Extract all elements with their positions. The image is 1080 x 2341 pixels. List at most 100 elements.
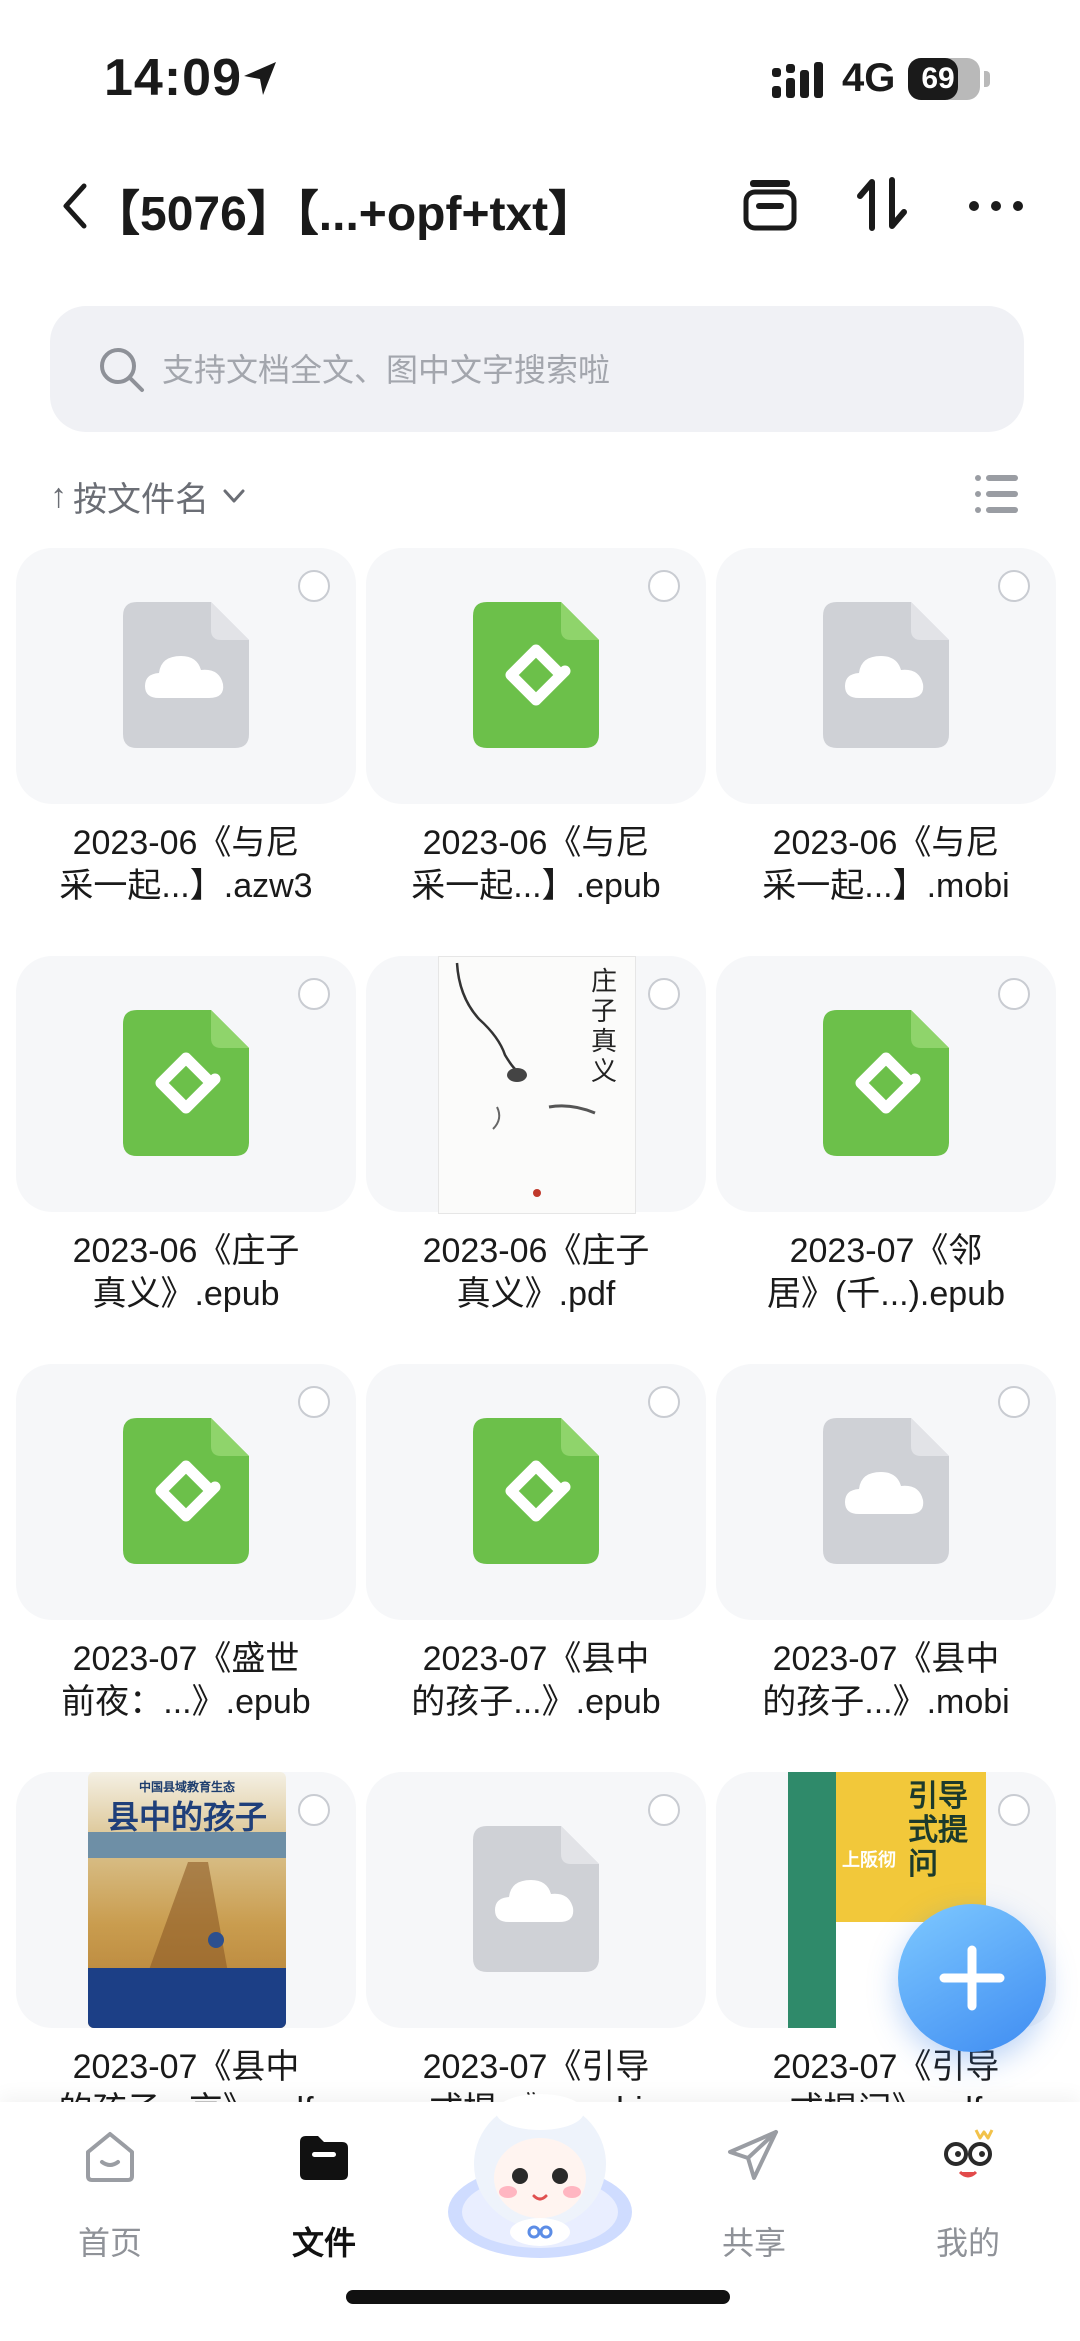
select-checkbox[interactable] — [648, 1386, 680, 1418]
file-card[interactable] — [16, 956, 356, 1212]
file-name-line2: 采一起...】.epub — [411, 867, 661, 905]
tab-share[interactable]: 共享 — [674, 2122, 834, 2272]
network-type: 4G — [842, 56, 896, 100]
file-name-line2: 采一起...】.mobi — [762, 867, 1010, 905]
select-checkbox[interactable] — [998, 570, 1030, 602]
file-name-line2: 的孩子...》.epub — [411, 1683, 661, 1721]
profile-icon — [944, 2129, 994, 2178]
cloud-file-icon — [823, 1418, 949, 1564]
file-name-line1: 2023-07《邻 — [789, 1232, 983, 1270]
cloud-file-icon — [823, 602, 949, 748]
tab-files[interactable]: 文件 — [244, 2122, 404, 2272]
file-name-line2: 前夜：...》.epub — [61, 1683, 311, 1721]
file-name-line2: 真义》.pdf — [456, 1275, 616, 1313]
file-name-line1: 2023-06《庄子 — [72, 1232, 300, 1270]
folder-icon — [300, 2136, 348, 2180]
epub-icon — [123, 1010, 249, 1156]
file-name[interactable]: 2023-06《庄子 真义》.epub — [12, 1230, 360, 1316]
select-checkbox[interactable] — [648, 1794, 680, 1826]
more-icon[interactable] — [964, 172, 1028, 236]
sort-toggle-icon[interactable] — [850, 172, 914, 236]
search-input[interactable] — [160, 336, 984, 404]
select-checkbox[interactable] — [998, 1794, 1030, 1826]
file-card[interactable] — [716, 1364, 1056, 1620]
file-name-line1: 2023-07《盛世 — [72, 1640, 300, 1678]
select-checkbox[interactable] — [298, 1794, 330, 1826]
file-card[interactable] — [366, 548, 706, 804]
plus-icon — [939, 1945, 1005, 2011]
search-bar[interactable] — [50, 306, 1024, 432]
select-checkbox[interactable] — [298, 1386, 330, 1418]
cover-title: 庄子真义 — [591, 967, 618, 1087]
bottom-tab-bar: 首页 文件 共享 我的 — [0, 2094, 1080, 2341]
status-time: 14:09 — [104, 49, 242, 107]
file-name[interactable]: 2023-06《与尼 采一起...】.epub — [362, 822, 710, 908]
location-arrow-icon — [244, 62, 276, 95]
list-view-icon[interactable] — [974, 472, 1020, 516]
file-name-line1: 2023-06《与尼 — [72, 824, 300, 862]
battery-icon: 69 — [908, 58, 990, 100]
file-name-line1: 2023-06《与尼 — [772, 824, 1000, 862]
file-name[interactable]: 2023-07《邻 居》(千...).epub — [712, 1230, 1060, 1316]
tab-label: 首页 — [77, 2225, 142, 2261]
file-name-line2: 居》(千...).epub — [766, 1275, 1006, 1313]
assistant-mascot-icon — [448, 2094, 632, 2258]
select-checkbox[interactable] — [998, 978, 1030, 1010]
tab-label: 我的 — [935, 2225, 1000, 2261]
file-name-line2: 采一起...】.azw3 — [59, 867, 313, 905]
file-card[interactable]: 庄子真义 — [366, 956, 706, 1214]
file-name[interactable]: 2023-06《与尼 采一起...】.mobi — [712, 822, 1060, 908]
file-card[interactable] — [16, 548, 356, 804]
epub-icon — [473, 1418, 599, 1564]
signal-icon — [772, 62, 823, 98]
status-bar: 14:09 4G 69 — [0, 0, 1080, 150]
file-name[interactable]: 2023-06《庄子 真义》.pdf — [362, 1230, 710, 1316]
battery-nub — [984, 71, 990, 87]
add-button[interactable] — [898, 1904, 1046, 2052]
tab-home[interactable]: 首页 — [30, 2122, 190, 2272]
select-checkbox[interactable] — [648, 978, 680, 1010]
battery-level: 69 — [921, 62, 955, 95]
file-name-line2: 真义》.epub — [92, 1275, 280, 1313]
file-card[interactable] — [716, 548, 1056, 804]
tab-profile[interactable]: 我的 — [888, 2122, 1048, 2272]
file-card[interactable]: 中国县域教育生态 县中的孩子 — [16, 1772, 356, 2028]
epub-icon — [123, 1418, 249, 1564]
file-name-line1: 2023-06《与尼 — [422, 824, 650, 862]
file-name-line1: 2023-07《引导 — [772, 2048, 1000, 2086]
cloud-file-icon — [123, 602, 249, 748]
file-name-line1: 2023-06《庄子 — [422, 1232, 650, 1270]
file-name[interactable]: 2023-07《县中 的孩子...》.epub — [362, 1638, 710, 1724]
epub-icon — [473, 602, 599, 748]
book-cover-thumbnail: 中国县域教育生态 县中的孩子 — [88, 1772, 286, 2028]
back-icon[interactable] — [56, 178, 92, 234]
file-card[interactable] — [16, 1364, 356, 1620]
epub-icon — [823, 1010, 949, 1156]
file-name[interactable]: 2023-07《盛世 前夜：...》.epub — [12, 1638, 360, 1724]
home-icon — [86, 2132, 134, 2182]
select-checkbox[interactable] — [998, 1386, 1030, 1418]
file-card[interactable] — [366, 1772, 706, 2028]
file-name-line1: 2023-07《县中 — [772, 1640, 1000, 1678]
file-name[interactable]: 2023-06《与尼 采一起...】.azw3 — [12, 822, 360, 908]
file-card[interactable] — [716, 956, 1056, 1212]
tab-label: 文件 — [291, 2225, 356, 2261]
select-checkbox[interactable] — [298, 978, 330, 1010]
tab-label: 共享 — [721, 2225, 786, 2261]
search-icon — [100, 348, 144, 392]
file-card[interactable] — [366, 1364, 706, 1620]
home-indicator — [346, 2290, 730, 2304]
file-name-line2: 的孩子...》.mobi — [762, 1683, 1010, 1721]
select-checkbox[interactable] — [648, 570, 680, 602]
chevron-down-icon — [223, 489, 245, 503]
cover-author: 上阪彻 — [842, 1850, 896, 1870]
select-checkbox[interactable] — [298, 570, 330, 602]
archive-icon[interactable] — [738, 172, 802, 236]
page-title: 【5076】【...+opf+txt】 — [92, 188, 597, 241]
cloud-file-icon — [473, 1826, 599, 1972]
tab-assistant[interactable] — [440, 2072, 640, 2272]
file-name-line1: 2023-07《县中 — [72, 2048, 300, 2086]
book-cover-thumbnail: 庄子真义 — [438, 956, 636, 1214]
sort-by-filename[interactable]: ↑ 按文件名 — [50, 468, 247, 524]
file-name[interactable]: 2023-07《县中 的孩子...》.mobi — [712, 1638, 1060, 1724]
